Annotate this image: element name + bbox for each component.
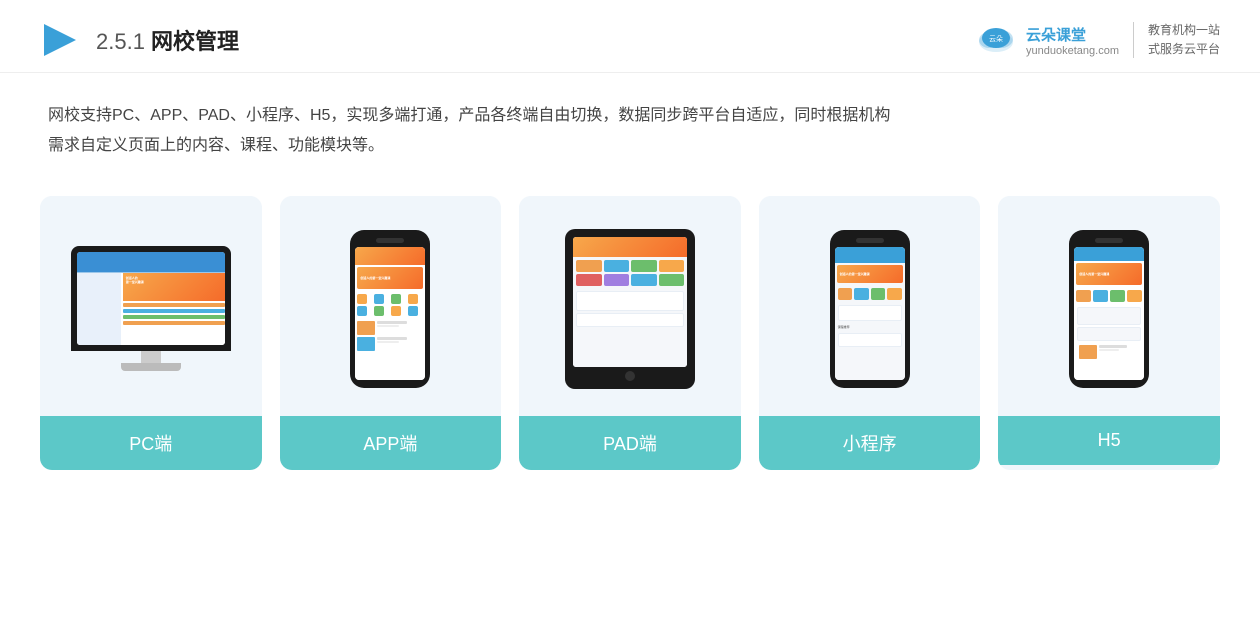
- brand-divider: [1133, 22, 1134, 58]
- card-pc: 创适人的第一堂兴趣课: [40, 196, 262, 470]
- card-app: 创适人的第一堂兴趣课: [280, 196, 502, 470]
- card-pc-image: 创适人的第一堂兴趣课: [40, 196, 262, 416]
- brand-logo: 云朵 云朵课堂 yunduoketang.com: [974, 18, 1119, 62]
- monitor-screen: 创适人的第一堂兴趣课: [77, 252, 225, 345]
- brand-cloud-icon: 云朵: [974, 18, 1018, 62]
- description-section: 网校支持PC、APP、PAD、小程序、H5，实现多端打通，产品各终端自由切换，数…: [0, 73, 1260, 172]
- device-phone-mini: 创适人的第一堂兴趣课 课程推荐: [830, 230, 910, 388]
- header-right: 云朵 云朵课堂 yunduoketang.com 教育机构一站 式服务云平台: [974, 18, 1220, 62]
- brand-text-block: 云朵课堂 yunduoketang.com: [1026, 24, 1119, 57]
- play-logo-icon: [40, 20, 80, 60]
- card-h5: 创适人的第一堂兴趣课: [998, 196, 1220, 470]
- page-title: 2.5.1 网校管理: [96, 24, 239, 56]
- header: 2.5.1 网校管理 云朵 云朵课堂 yunduoketang.com: [0, 0, 1260, 73]
- cards-section: 创适人的第一堂兴趣课: [0, 172, 1260, 500]
- device-tablet: [565, 229, 695, 389]
- device-phone-h5: 创适人的第一堂兴趣课: [1069, 230, 1149, 388]
- card-h5-image: 创适人的第一堂兴趣课: [998, 196, 1220, 416]
- page: 2.5.1 网校管理 云朵 云朵课堂 yunduoketang.com: [0, 0, 1260, 630]
- phone-screen-mini: 创适人的第一堂兴趣课 课程推荐: [835, 247, 905, 380]
- brand-url: yunduoketang.com: [1026, 45, 1119, 57]
- description-text: 网校支持PC、APP、PAD、小程序、H5，实现多端打通，产品各终端自由切换，数…: [48, 101, 1212, 162]
- card-pad-image: [519, 196, 741, 416]
- device-phone-app: 创适人的第一堂兴趣课: [350, 230, 430, 388]
- pc-screen-content: 创适人的第一堂兴趣课: [77, 252, 225, 345]
- card-pad-label: PAD端: [519, 416, 741, 470]
- card-pc-label: PC端: [40, 416, 262, 470]
- card-miniprogram: 创适人的第一堂兴趣课 课程推荐: [759, 196, 981, 470]
- svg-text:云朵: 云朵: [989, 35, 1003, 43]
- card-app-label: APP端: [280, 416, 502, 470]
- monitor-body: 创适人的第一堂兴趣课: [71, 246, 231, 351]
- card-app-image: 创适人的第一堂兴趣课: [280, 196, 502, 416]
- brand-slogan: 教育机构一站 式服务云平台: [1148, 21, 1220, 59]
- card-miniprogram-label: 小程序: [759, 416, 981, 470]
- card-miniprogram-image: 创适人的第一堂兴趣课 课程推荐: [759, 196, 981, 416]
- brand-name: 云朵课堂: [1026, 24, 1086, 45]
- phone-screen-h5: 创适人的第一堂兴趣课: [1074, 247, 1144, 380]
- device-pc: 创适人的第一堂兴趣课: [71, 246, 231, 371]
- tablet-screen: [573, 237, 687, 367]
- card-pad: PAD端: [519, 196, 741, 470]
- card-h5-label: H5: [998, 416, 1220, 465]
- header-left: 2.5.1 网校管理: [40, 20, 239, 60]
- phone-screen-app: 创适人的第一堂兴趣课: [355, 247, 425, 380]
